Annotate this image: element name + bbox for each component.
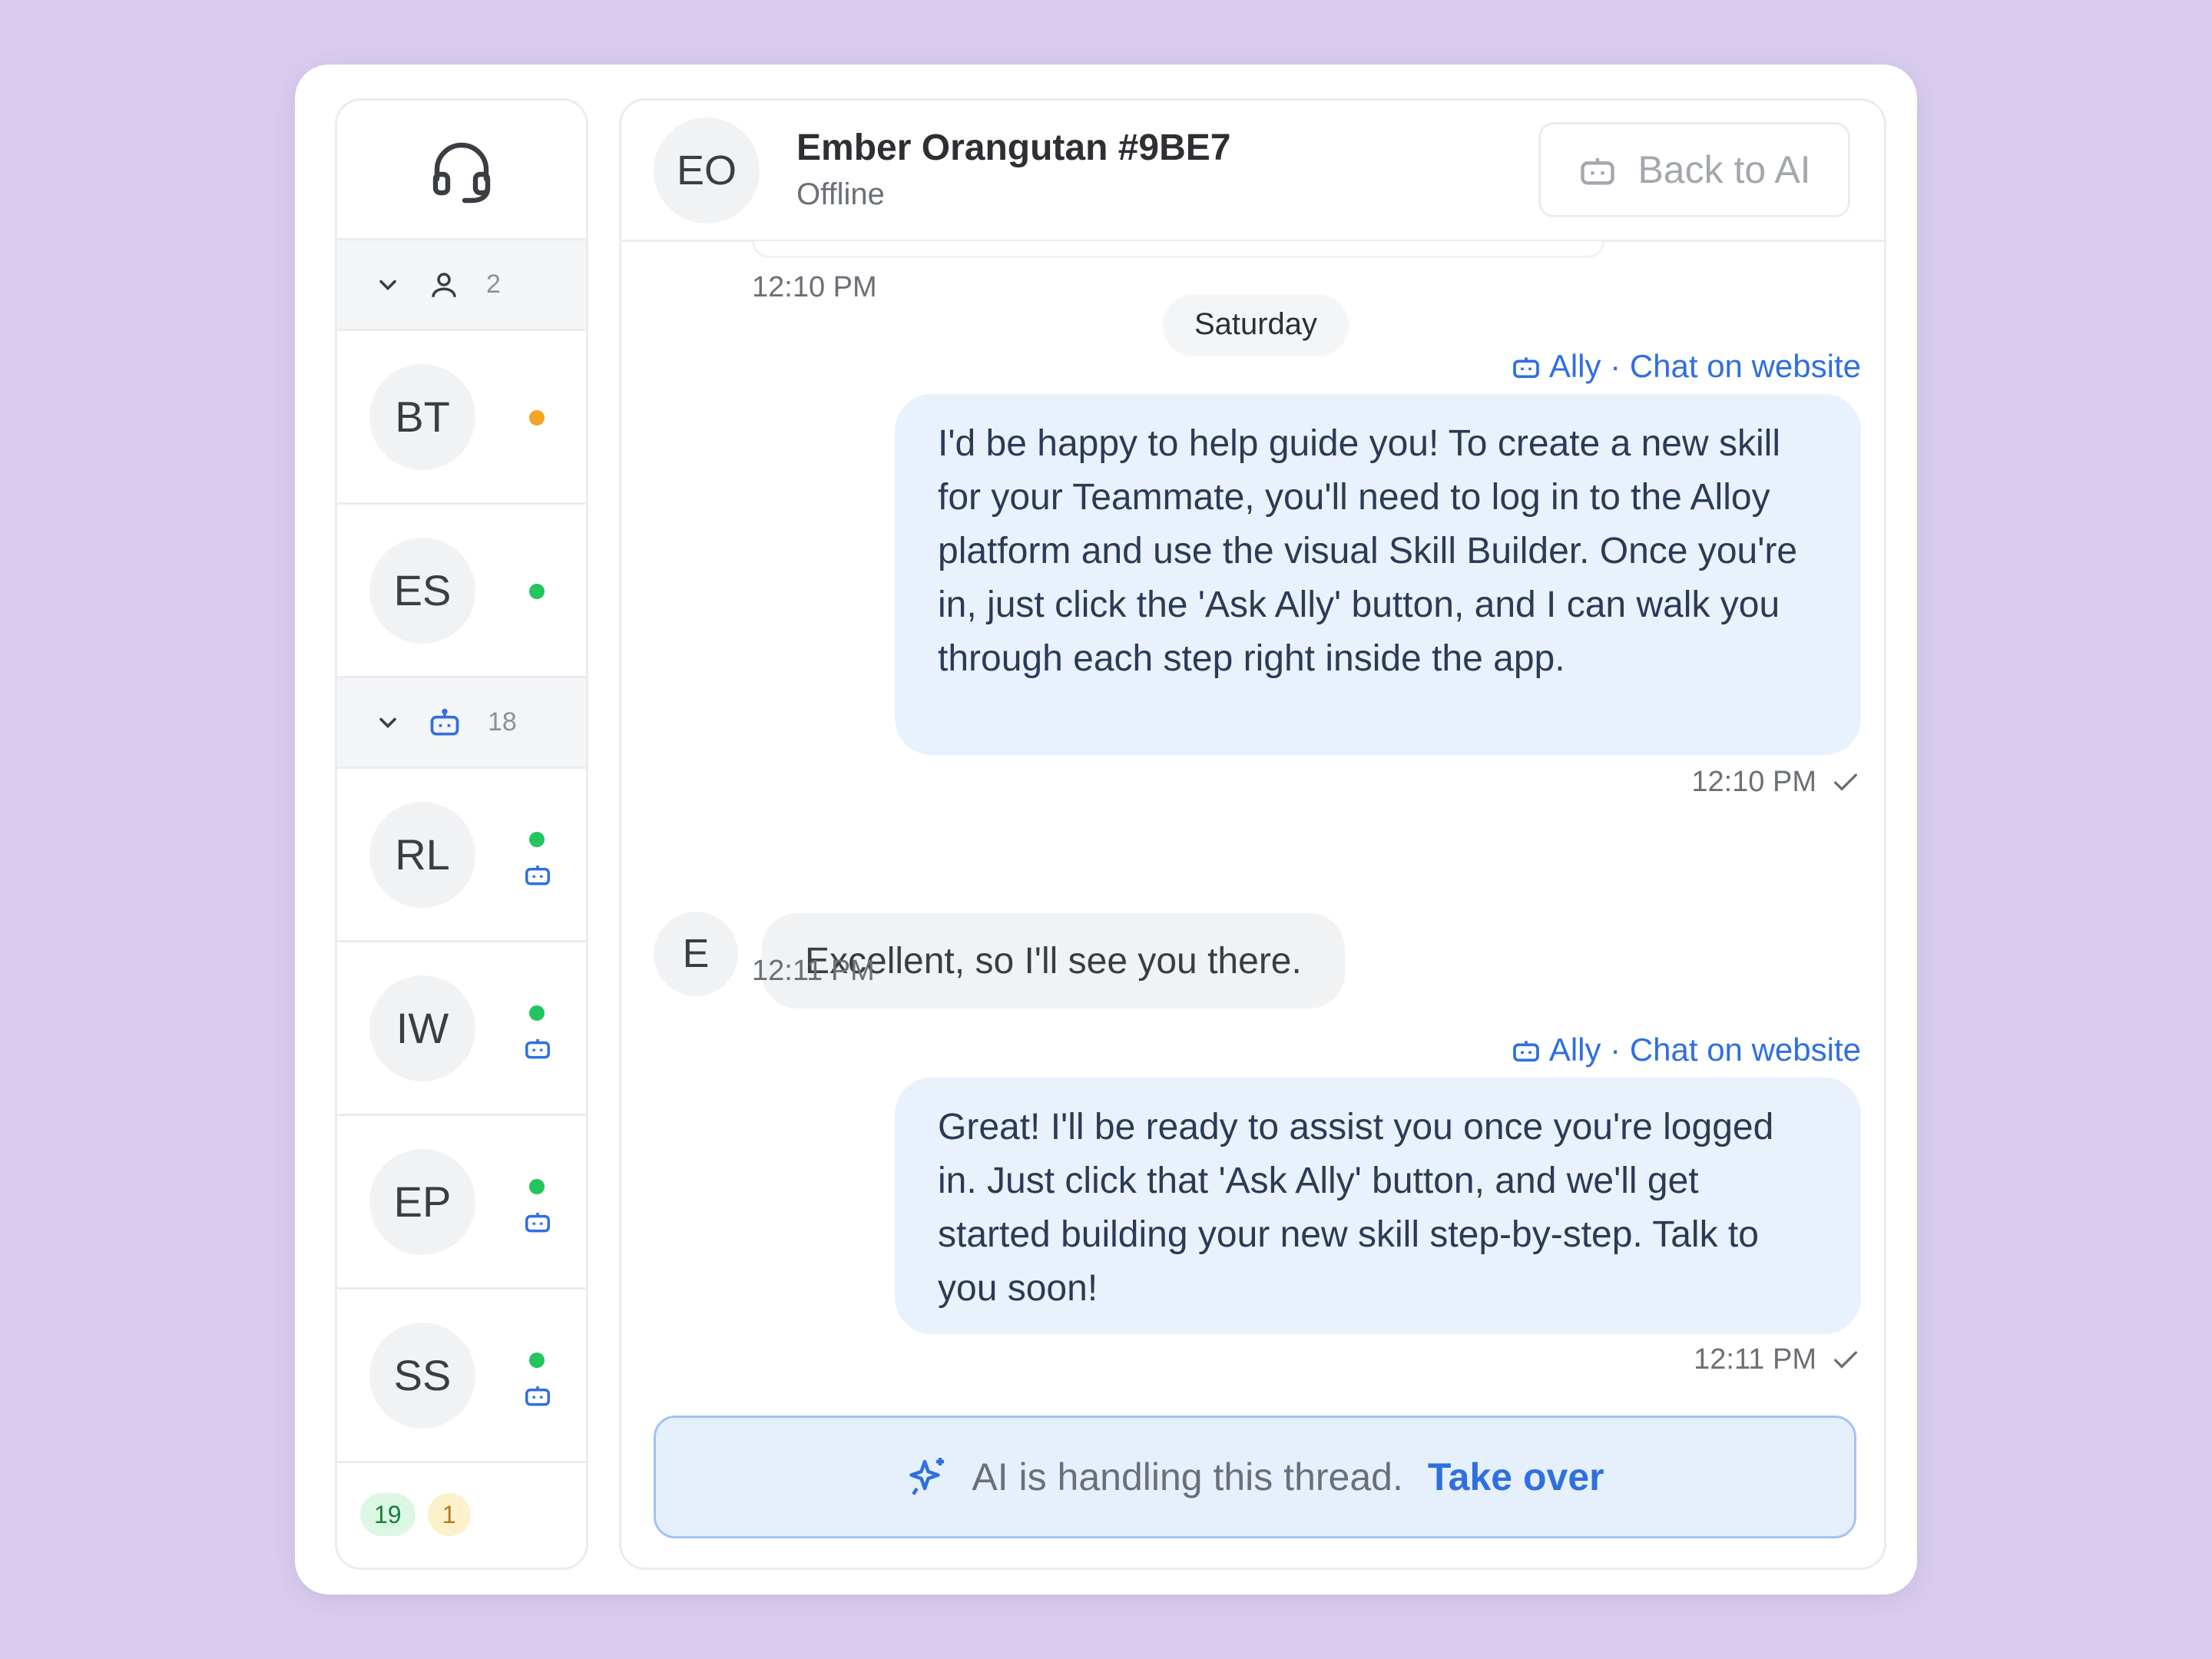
customer-avatar: E xyxy=(654,912,738,996)
conversation-panel: EO Ember Orangutan #9BE7 Offline Back to… xyxy=(619,98,1886,1570)
bot-icon xyxy=(525,1038,550,1059)
app-window: 2 BT ES 18 RL IW EP SS 19 1 EO Ember Ora… xyxy=(295,65,1917,1594)
timestamp-text: 12:11 PM xyxy=(1694,1343,1816,1376)
bot-icon xyxy=(525,865,550,886)
status-dot-online xyxy=(529,584,545,599)
status-dot-away xyxy=(529,410,545,426)
group-humans-count: 2 xyxy=(486,270,501,299)
app-logo[interactable] xyxy=(337,101,586,240)
bot-icon xyxy=(525,1386,550,1406)
ai-handling-banner: AI is handling this thread. Take over xyxy=(654,1416,1856,1538)
take-over-link[interactable]: Take over xyxy=(1428,1455,1604,1499)
avatar: IW xyxy=(369,975,475,1081)
conversation-item-ep[interactable]: EP xyxy=(337,1116,586,1290)
conversation-header: EO Ember Orangutan #9BE7 Offline Back to… xyxy=(621,101,1884,242)
bot-icon xyxy=(1512,1041,1539,1062)
day-separator: Saturday xyxy=(1164,294,1348,354)
chevron-down-icon xyxy=(379,280,396,290)
previous-message-bubble xyxy=(752,241,1604,258)
message-timestamp: 12:10 PM xyxy=(1691,766,1861,799)
bot-icon xyxy=(1581,157,1615,185)
avatar: ES xyxy=(369,537,475,644)
conversation-item-ss[interactable]: SS xyxy=(337,1290,586,1463)
ai-message-bubble: I'd be happy to help guide you! To creat… xyxy=(895,394,1861,755)
bot-icon xyxy=(1512,357,1539,379)
message-sender-ally: Ally · Chat on website xyxy=(1511,348,1861,385)
bot-icon xyxy=(525,1212,550,1233)
conversation-item-bt[interactable]: BT xyxy=(337,331,586,505)
message-sender-ally: Ally · Chat on website xyxy=(1511,1031,1861,1068)
status-dot-online xyxy=(529,1179,545,1194)
status-dot-online xyxy=(529,1353,545,1368)
bot-icon xyxy=(430,708,459,735)
headset-icon xyxy=(432,142,491,203)
conversation-item-iw[interactable]: IW xyxy=(337,942,586,1116)
avatar: EP xyxy=(369,1148,475,1255)
conversation-item-es[interactable]: ES xyxy=(337,505,586,678)
ai-handling-text: AI is handling this thread. xyxy=(972,1455,1403,1498)
sender-label: Ally · Chat on website xyxy=(1548,1031,1861,1068)
conversation-item-rl[interactable]: RL xyxy=(337,769,586,942)
message-timestamp: 12:11 PM xyxy=(1694,1343,1861,1376)
sender-label: Ally · Chat on website xyxy=(1548,348,1861,384)
chevron-down-icon xyxy=(379,717,396,728)
contact-avatar: EO xyxy=(654,118,760,224)
avatar: RL xyxy=(369,801,475,908)
avatar: BT xyxy=(369,363,475,470)
back-to-ai-label: Back to AI xyxy=(1637,148,1811,191)
user-icon xyxy=(432,272,456,297)
check-icon xyxy=(1834,1350,1857,1369)
online-count-badge[interactable]: 19 xyxy=(360,1493,416,1536)
group-bots-count: 18 xyxy=(488,707,517,737)
conversation-sidebar: 2 BT ES 18 RL IW EP SS 19 1 xyxy=(335,98,588,1570)
avatar: SS xyxy=(369,1322,475,1429)
sidebar-footer: 19 1 xyxy=(337,1463,586,1566)
sparkles-icon xyxy=(909,1458,945,1495)
contact-status: Offline xyxy=(796,177,885,211)
away-count-badge[interactable]: 1 xyxy=(427,1493,471,1536)
back-to-ai-button[interactable]: Back to AI xyxy=(1538,122,1850,217)
timestamp-text: 12:10 PM xyxy=(1691,766,1816,798)
message-timestamp: 12:10 PM xyxy=(752,271,877,303)
message-timestamp: 12:11 PM xyxy=(752,955,875,987)
status-dot-online xyxy=(529,832,545,847)
status-dot-online xyxy=(529,1005,545,1021)
contact-name: Ember Orangutan #9BE7 xyxy=(796,127,1231,168)
ai-message-bubble: Great! I'll be ready to assist you once … xyxy=(895,1078,1861,1334)
check-icon xyxy=(1834,773,1857,791)
group-humans-toggle[interactable]: 2 xyxy=(337,240,586,331)
group-bots-toggle[interactable]: 18 xyxy=(337,678,586,769)
